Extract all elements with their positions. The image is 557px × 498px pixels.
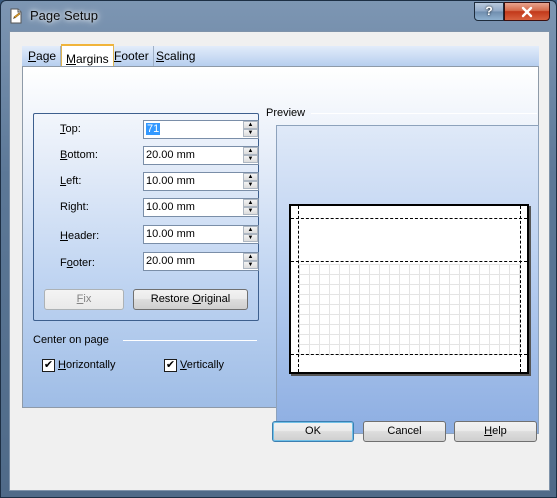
footer-spin-down-button[interactable]: ▼ bbox=[243, 261, 258, 269]
left-spin-down-button[interactable]: ▼ bbox=[243, 181, 258, 189]
tab-margins[interactable]: Margins bbox=[61, 44, 114, 68]
tab-scaling[interactable]: Scaling bbox=[152, 46, 199, 67]
top-label: Top: bbox=[60, 123, 81, 135]
left-label: Left: bbox=[60, 175, 82, 187]
vertically-label: Vertically bbox=[180, 359, 225, 371]
center-on-page-divider bbox=[123, 340, 257, 341]
footer-margin-field[interactable]: 20.00 mm ▲ ▼ bbox=[143, 252, 259, 271]
preview-pane bbox=[276, 125, 539, 434]
horizontally-label: Horizontally bbox=[58, 359, 116, 371]
close-icon bbox=[521, 6, 533, 18]
header-label: Header: bbox=[60, 230, 100, 242]
cancel-button[interactable]: Cancel bbox=[363, 421, 446, 442]
page-setup-icon bbox=[10, 8, 22, 24]
tab-strip: Page Margins Footer Scaling bbox=[22, 44, 539, 68]
help-button[interactable]: Help bbox=[454, 421, 537, 442]
top-spin-up-button[interactable]: ▲ bbox=[243, 121, 258, 129]
right-spin-down-button[interactable]: ▼ bbox=[243, 207, 258, 215]
preview-page bbox=[289, 204, 529, 374]
left-margin-field[interactable]: 10.00 mm ▲ ▼ bbox=[143, 172, 259, 191]
dialog-client-area: Page Margins Footer Scaling Top: 71 ▲ ▼ B… bbox=[9, 31, 550, 491]
bottom-margin-value: 20.00 mm bbox=[146, 149, 195, 161]
right-label: Right: bbox=[60, 201, 89, 213]
margins-tab-panel: Top: 71 ▲ ▼ Bottom: 20.00 mm ▲ ▼ Left: 10.… bbox=[22, 66, 539, 434]
right-margin-value: 10.00 mm bbox=[146, 201, 195, 213]
right-spin-up-button[interactable]: ▲ bbox=[243, 199, 258, 207]
left-margin-guide bbox=[298, 206, 299, 372]
window-title: Page Setup bbox=[30, 8, 98, 23]
header-margin-field[interactable]: 10.00 mm ▲ ▼ bbox=[143, 225, 259, 244]
header-spin-down-button[interactable]: ▼ bbox=[243, 234, 258, 242]
left-spin-up-button[interactable]: ▲ bbox=[243, 173, 258, 181]
left-margin-value: 10.00 mm bbox=[146, 175, 195, 187]
bottom-margin-guide bbox=[291, 354, 527, 355]
bottom-margin-field[interactable]: 20.00 mm ▲ ▼ bbox=[143, 146, 259, 165]
horizontally-checkbox[interactable]: ✔ bbox=[42, 359, 55, 372]
preview-title: Preview bbox=[266, 107, 306, 119]
top-margin-field[interactable]: 71 ▲ ▼ bbox=[143, 120, 259, 139]
ok-button[interactable]: OK bbox=[272, 421, 354, 442]
tab-footer[interactable]: Footer bbox=[110, 46, 154, 67]
footer-margin-value: 20.00 mm bbox=[146, 255, 195, 267]
header-spin-up-button[interactable]: ▲ bbox=[243, 226, 258, 234]
fix-button[interactable]: Fix bbox=[44, 289, 124, 310]
page-setup-window: Page Setup ? Page Margins Footer Scaling… bbox=[0, 0, 557, 498]
header-margin-guide bbox=[291, 218, 527, 219]
center-on-page-title: Center on page bbox=[33, 334, 109, 346]
footer-spin-up-button[interactable]: ▲ bbox=[243, 253, 258, 261]
tab-page[interactable]: Page bbox=[24, 46, 62, 67]
top-margin-guide bbox=[291, 261, 527, 262]
top-spin-down-button[interactable]: ▼ bbox=[243, 129, 258, 137]
preview-divider bbox=[311, 113, 537, 114]
header-margin-value: 10.00 mm bbox=[146, 228, 195, 240]
bottom-spin-down-button[interactable]: ▼ bbox=[243, 155, 258, 163]
bottom-spin-up-button[interactable]: ▲ bbox=[243, 147, 258, 155]
vertically-checkbox[interactable]: ✔ bbox=[164, 359, 177, 372]
preview-print-area bbox=[299, 264, 521, 356]
footer-label: Footer: bbox=[60, 257, 95, 269]
right-margin-guide bbox=[520, 206, 521, 372]
right-margin-field[interactable]: 10.00 mm ▲ ▼ bbox=[143, 198, 259, 217]
top-margin-value: 71 bbox=[146, 123, 161, 135]
bottom-label: Bottom: bbox=[60, 149, 98, 161]
restore-original-button[interactable]: Restore Original bbox=[133, 289, 248, 310]
title-help-button[interactable]: ? bbox=[474, 2, 504, 21]
margins-group: Top: 71 ▲ ▼ Bottom: 20.00 mm ▲ ▼ Left: 10.… bbox=[33, 113, 259, 321]
close-button[interactable] bbox=[504, 2, 550, 21]
title-bar[interactable]: Page Setup ? bbox=[1, 1, 556, 31]
